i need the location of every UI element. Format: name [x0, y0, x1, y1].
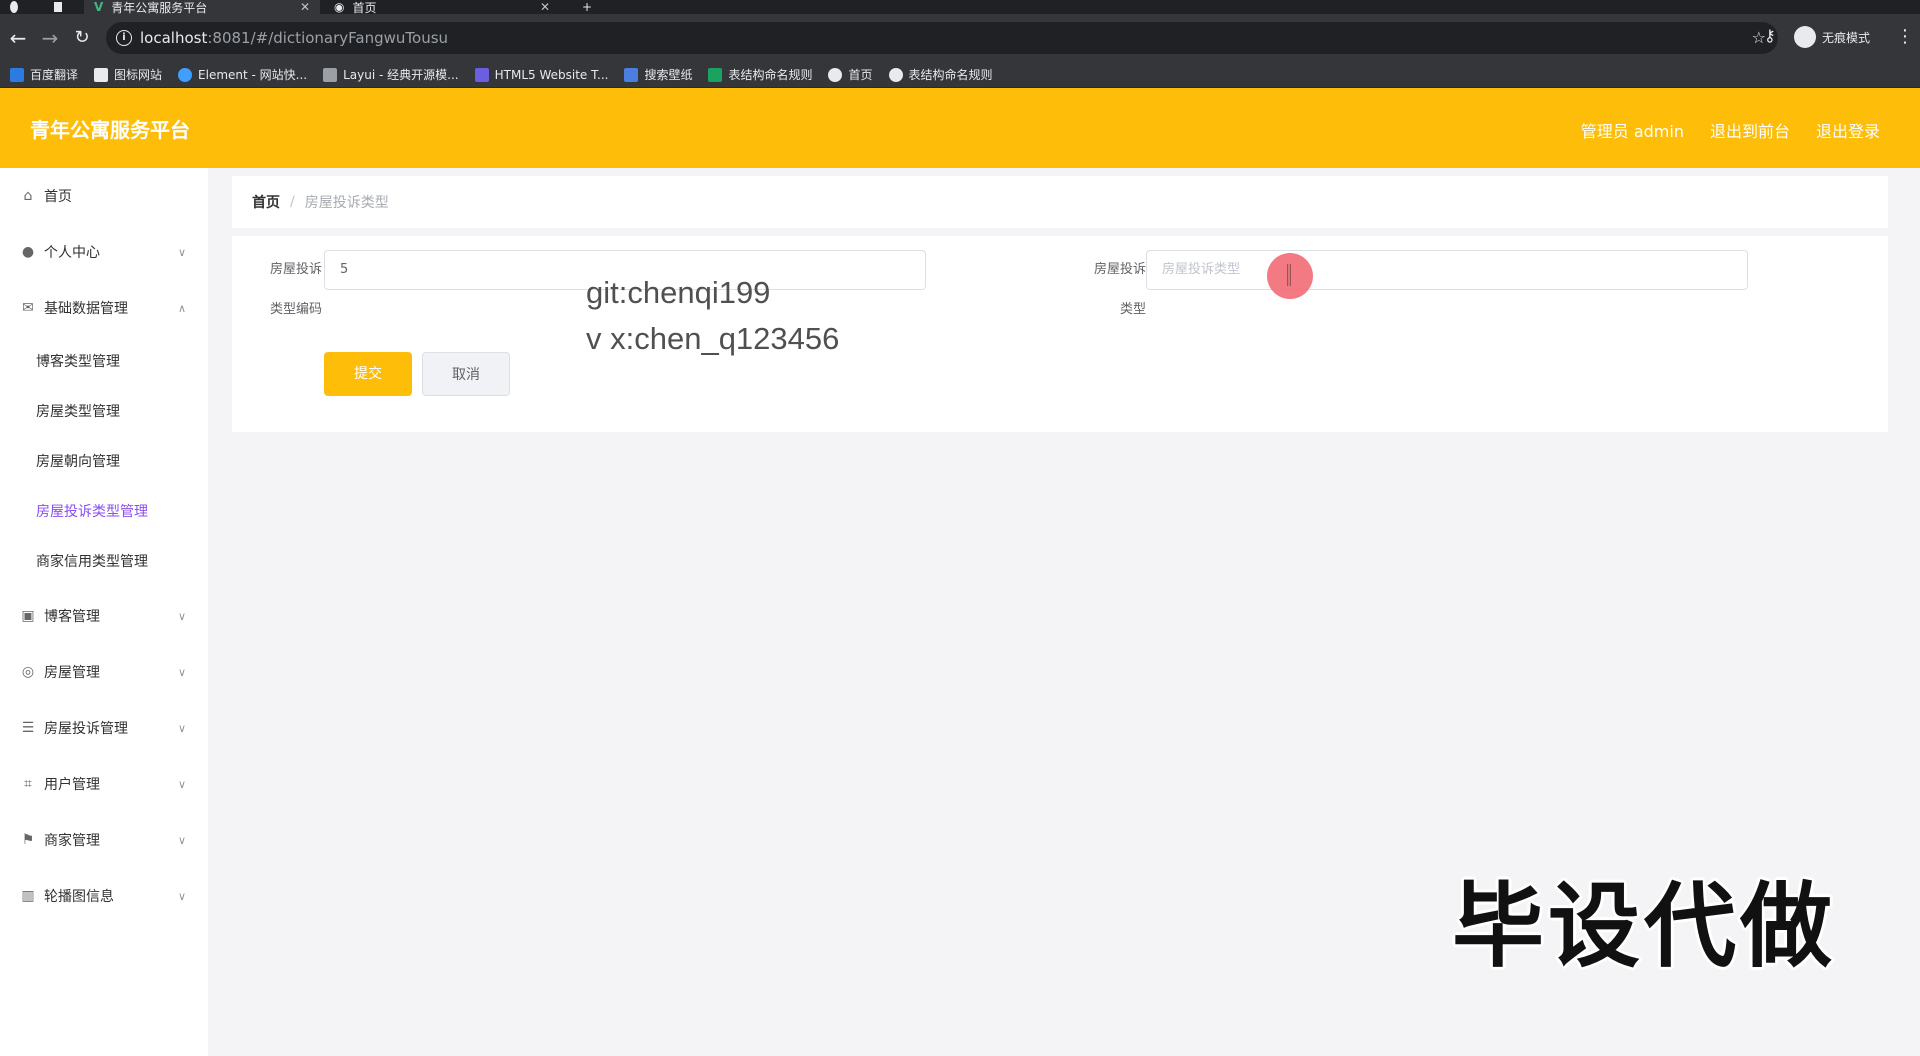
- breadcrumb: 首页 / 房屋投诉类型: [232, 176, 1888, 228]
- edit-form: 房屋投诉 类型编码 5 房屋投诉 类型 房屋投诉类型 提交 取消: [232, 236, 1888, 432]
- app-title: 青年公寓服务平台: [30, 118, 190, 142]
- browser-tab-strip: V 青年公寓服务平台 ✕ ◉ 首页 ✕ +: [0, 0, 1920, 15]
- chevron-down-icon: ∨: [177, 609, 186, 623]
- bookmark-item[interactable]: Element - 网站快...: [178, 66, 307, 83]
- bookmark-item[interactable]: Layui - 经典开源模...: [323, 66, 459, 83]
- incognito-indicator[interactable]: 无痕模式: [1794, 26, 1870, 48]
- clipboard-icon: ▣: [21, 608, 35, 624]
- watermark-text: git:chenqi199 v x:chen_q123456: [586, 270, 839, 362]
- go-front-link[interactable]: 退出到前台: [1710, 118, 1790, 142]
- bookmark-item[interactable]: 首页: [828, 66, 873, 83]
- bookmark-item[interactable]: HTML5 Website T...: [474, 67, 608, 82]
- cancel-button[interactable]: 取消: [422, 352, 510, 396]
- text-cursor-icon: [1287, 264, 1291, 286]
- type-label-line2: 类型: [1119, 302, 1146, 317]
- breadcrumb-separator: /: [290, 194, 295, 210]
- promo-overlay: 毕设代做: [1452, 873, 1837, 980]
- back-icon[interactable]: ←: [6, 26, 30, 50]
- window-icon: [44, 0, 72, 14]
- forward-icon[interactable]: →: [38, 26, 62, 50]
- sidebar-item-home[interactable]: ⌂ 首页: [0, 168, 208, 224]
- sliders-icon: ☰: [21, 720, 35, 736]
- bookmark-favicon-icon: [10, 67, 24, 82]
- sidebar-item-merchants[interactable]: ⚑ 商家管理 ∨: [0, 812, 208, 868]
- chevron-down-icon: ∨: [177, 245, 186, 259]
- bookmarks-bar: 百度翻译 图标网站 Element - 网站快... Layui - 经典开源模…: [0, 62, 1920, 88]
- app-header: 青年公寓服务平台 管理员 admin 退出到前台 退出登录: [0, 88, 1920, 168]
- incognito-icon: [1794, 26, 1816, 48]
- chevron-up-icon: ∧: [177, 301, 186, 315]
- sidebar-subitem-complaint-type[interactable]: 房屋投诉类型管理: [0, 486, 208, 536]
- tab-app[interactable]: V 青年公寓服务平台 ✕: [84, 0, 320, 15]
- user-icon: ●: [21, 244, 35, 260]
- home-icon: ⌂: [23, 188, 33, 204]
- sidebar-item-carousel[interactable]: ▥ 轮播图信息 ∨: [0, 868, 208, 924]
- globe-favicon-icon: [888, 67, 903, 82]
- url-path: :8081/#/dictionaryFangwuTousu: [207, 29, 449, 47]
- sidebar: ⌂ 首页 ● 个人中心 ∨ ✉ 基础数据管理 ∧ 博客类型管理 房屋类型管理 房…: [0, 168, 208, 1056]
- watermark-line-2: v x:chen_q123456: [586, 321, 840, 356]
- html5-favicon-icon: [474, 67, 489, 82]
- sidebar-subitem-house-type[interactable]: 房屋类型管理: [0, 386, 208, 436]
- bookmark-item[interactable]: 表结构命名规则: [888, 66, 993, 83]
- sidebar-subitem-blog-type[interactable]: 博客类型管理: [0, 336, 208, 386]
- tab-home[interactable]: ◉ 首页 ✕: [324, 0, 560, 15]
- chevron-down-icon: ∨: [177, 833, 186, 847]
- chevron-down-icon: ∨: [177, 665, 186, 679]
- address-bar-row: ← → ↻ i localhost:8081/#/dictionaryFangw…: [0, 14, 1920, 62]
- chevron-down-icon: ∨: [177, 721, 186, 735]
- mail-icon: ✉: [22, 300, 34, 316]
- sidebar-subitem-merchant-credit-type[interactable]: 商家信用类型管理: [0, 536, 208, 586]
- code-label-line2: 类型编码: [269, 302, 322, 317]
- compass-icon: ◎: [21, 664, 35, 680]
- sidebar-item-blog[interactable]: ▣ 博客管理 ∨: [0, 588, 208, 644]
- chevron-down-icon: ∨: [177, 889, 186, 903]
- sheet-favicon-icon: [708, 67, 723, 82]
- url-host: localhost: [140, 29, 208, 47]
- type-label-line1: 房屋投诉: [1093, 262, 1146, 277]
- watermark-line-1: git:chenqi199: [586, 275, 771, 310]
- reload-icon[interactable]: ↻: [70, 26, 94, 50]
- sidebar-item-complaint[interactable]: ☰ 房屋投诉管理 ∨: [0, 700, 208, 756]
- chevron-down-icon: ∨: [177, 777, 186, 791]
- breadcrumb-current: 房屋投诉类型: [304, 195, 389, 211]
- logout-link[interactable]: 退出登录: [1816, 118, 1880, 142]
- admin-label: 管理员 admin: [1580, 122, 1684, 141]
- chart-icon: ▥: [21, 888, 35, 904]
- sidebar-item-basic-data[interactable]: ✉ 基础数据管理 ∧: [0, 280, 208, 336]
- url-input[interactable]: i localhost:8081/#/dictionaryFangwuTousu…: [106, 22, 1778, 54]
- bookmark-item[interactable]: 表结构命名规则: [708, 66, 812, 83]
- type-input[interactable]: 房屋投诉类型: [1146, 250, 1748, 290]
- submit-button[interactable]: 提交: [324, 352, 412, 396]
- bookmark-item[interactable]: 图标网站: [94, 66, 162, 83]
- sidebar-item-house[interactable]: ◎ 房屋管理 ∨: [0, 644, 208, 700]
- bookmark-item[interactable]: 搜索壁纸: [624, 66, 692, 83]
- globe-favicon-icon: [828, 67, 843, 82]
- wallpaper-favicon-icon: [624, 67, 639, 82]
- header-actions: 管理员 admin 退出到前台 退出登录: [1581, 118, 1880, 142]
- sidebar-item-users[interactable]: ⌗ 用户管理 ∨: [0, 756, 208, 812]
- info-icon[interactable]: i: [116, 30, 132, 46]
- more-menu-icon[interactable]: ⋮: [1896, 26, 1914, 47]
- new-tab-icon[interactable]: +: [572, 0, 596, 14]
- flag-favicon-icon: [94, 67, 109, 82]
- code-label-line1: 房屋投诉: [269, 262, 322, 277]
- close-tab-icon[interactable]: ✕: [300, 0, 310, 14]
- bookmark-item[interactable]: 百度翻译: [10, 66, 78, 83]
- layui-favicon-icon: [323, 67, 338, 82]
- globe-icon: ◉: [334, 0, 345, 14]
- element-favicon-icon: [178, 67, 193, 82]
- vue-logo-icon: V: [94, 0, 104, 14]
- close-tab-icon[interactable]: ✕: [540, 0, 550, 14]
- key-icon[interactable]: ⚷: [1764, 26, 1776, 45]
- crop-icon: ⌗: [24, 776, 32, 792]
- incognito-label: 无痕模式: [1822, 30, 1871, 45]
- breadcrumb-home[interactable]: 首页: [252, 192, 280, 212]
- browser-menu-icon[interactable]: [0, 0, 28, 14]
- flag-icon: ⚑: [21, 832, 35, 848]
- sidebar-item-profile[interactable]: ● 个人中心 ∨: [0, 224, 208, 280]
- sidebar-subitem-house-orientation[interactable]: 房屋朝向管理: [0, 436, 208, 486]
